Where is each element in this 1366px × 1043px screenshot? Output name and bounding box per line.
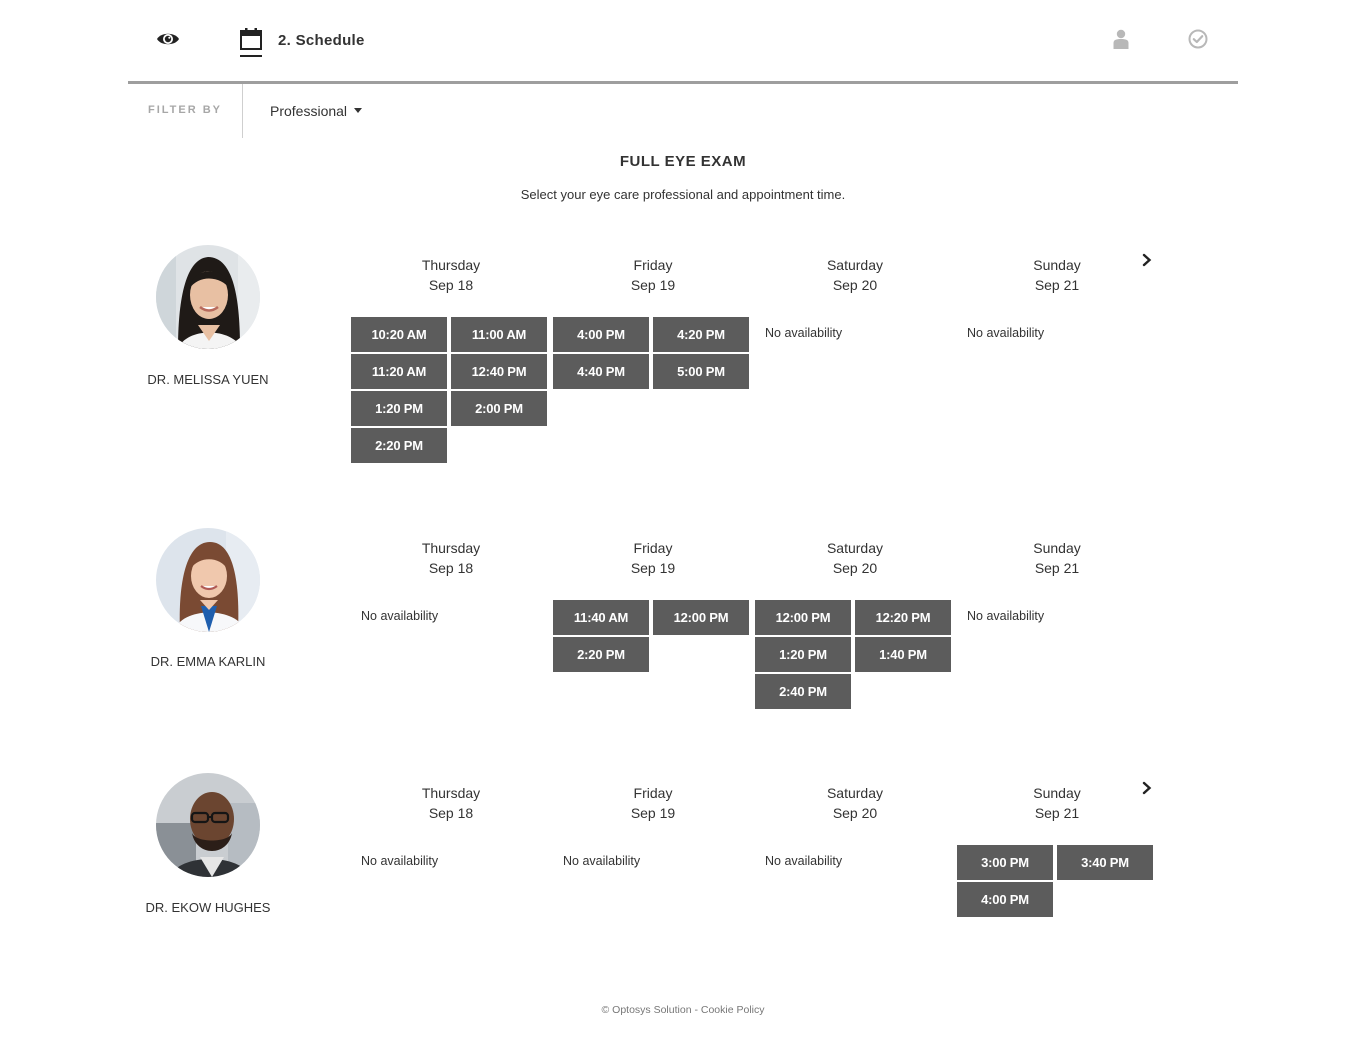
day-date: Sep 19 [630,560,676,576]
day-weekday: Sunday [1033,257,1081,273]
day-date: Sep 21 [1034,560,1080,576]
time-slot-button[interactable]: 11:40 AM [553,600,649,635]
day-weekday: Saturday [826,785,884,801]
time-slot-button[interactable]: 4:20 PM [653,317,749,352]
day-date: Sep 21 [1034,277,1080,293]
no-availability-text: No availability [361,854,439,868]
time-slot-button[interactable]: 4:00 PM [553,317,649,352]
eye-icon[interactable] [156,30,180,48]
doctor-name: DR. MELISSA YUEN [147,372,269,387]
day-date: Sep 20 [832,805,878,821]
step-header: 2. Schedule [128,0,1238,84]
day-date: Sep 19 [630,805,676,821]
day-header: Thursday Sep 18 [350,538,552,578]
avatar [156,773,260,877]
day-weekday: Saturday [826,540,884,556]
day-date: Sep 20 [832,277,878,293]
day-header: Sunday Sep 21 [956,255,1158,295]
caret-down-icon [354,107,363,113]
doctor-name: DR. EKOW HUGHES [145,900,271,915]
time-slot-button[interactable]: 12:00 PM [755,600,851,635]
schedule-step[interactable] [240,28,262,58]
footer-separator: - [691,1004,701,1016]
avatar [156,245,260,349]
user-icon[interactable] [1113,29,1129,49]
copyright-text: © Optosys Solution [601,1004,692,1016]
day-date: Sep 21 [1034,805,1080,821]
time-slot-button[interactable]: 12:40 PM [451,354,547,389]
time-slot-button[interactable]: 2:20 PM [553,637,649,672]
day-header: Friday Sep 19 [552,255,754,295]
time-slot-button[interactable]: 12:00 PM [653,600,749,635]
time-slot-button[interactable]: 3:00 PM [957,845,1053,880]
day-header: Sunday Sep 21 [956,538,1158,578]
time-slot-button[interactable]: 1:20 PM [755,637,851,672]
day-header: Friday Sep 19 [552,783,754,823]
time-slot-button[interactable]: 11:20 AM [351,354,447,389]
no-availability-text: No availability [967,326,1045,340]
check-circle-icon[interactable] [1188,29,1208,49]
time-slot-button[interactable]: 1:40 PM [855,637,951,672]
day-header: Sunday Sep 21 [956,783,1158,823]
day-weekday: Thursday [421,257,481,273]
day-header: Saturday Sep 20 [754,538,956,578]
day-date: Sep 18 [428,560,474,576]
filter-dropdown-value: Professional [270,103,348,119]
footer: © Optosys Solution - Cookie Policy [0,1004,1366,1016]
avatar [156,528,260,632]
cookie-policy-link[interactable]: Cookie Policy [701,1004,765,1016]
day-date: Sep 18 [428,277,474,293]
day-weekday: Thursday [421,785,481,801]
filter-dropdown[interactable]: Professional [270,103,363,119]
day-weekday: Sunday [1033,785,1081,801]
time-slot-button[interactable]: 5:00 PM [653,354,749,389]
day-header: Thursday Sep 18 [350,255,552,295]
day-weekday: Thursday [421,540,481,556]
day-date: Sep 18 [428,805,474,821]
filter-label: FILTER BY [148,104,223,116]
day-header: Friday Sep 19 [552,538,754,578]
no-availability-text: No availability [361,609,439,623]
no-availability-text: No availability [967,609,1045,623]
active-step-underline [240,55,262,57]
time-slot-button[interactable]: 10:20 AM [351,317,447,352]
day-weekday: Friday [633,785,673,801]
no-availability-text: No availability [765,326,843,340]
day-header: Thursday Sep 18 [350,783,552,823]
step-title: 2. Schedule [278,32,365,49]
exam-subtitle: Select your eye care professional and ap… [520,187,846,202]
calendar-icon [240,28,262,50]
time-slot-button[interactable]: 12:20 PM [855,600,951,635]
day-weekday: Sunday [1033,540,1081,556]
time-slot-button[interactable]: 1:20 PM [351,391,447,426]
day-header: Saturday Sep 20 [754,783,956,823]
time-slot-button[interactable]: 4:00 PM [957,882,1053,917]
day-date: Sep 19 [630,277,676,293]
time-slot-button[interactable]: 2:20 PM [351,428,447,463]
no-availability-text: No availability [765,854,843,868]
day-weekday: Friday [633,257,673,273]
time-slot-button[interactable]: 2:00 PM [451,391,547,426]
day-weekday: Saturday [826,257,884,273]
day-header: Saturday Sep 20 [754,255,956,295]
time-slot-button[interactable]: 2:40 PM [755,674,851,709]
filter-divider [242,84,243,138]
day-date: Sep 20 [832,560,878,576]
time-slot-button[interactable]: 4:40 PM [553,354,649,389]
time-slot-button[interactable]: 11:00 AM [451,317,547,352]
doctor-name: DR. EMMA KARLIN [150,654,266,669]
exam-title: FULL EYE EXAM [619,153,747,170]
day-weekday: Friday [633,540,673,556]
time-slot-button[interactable]: 3:40 PM [1057,845,1153,880]
no-availability-text: No availability [563,854,641,868]
